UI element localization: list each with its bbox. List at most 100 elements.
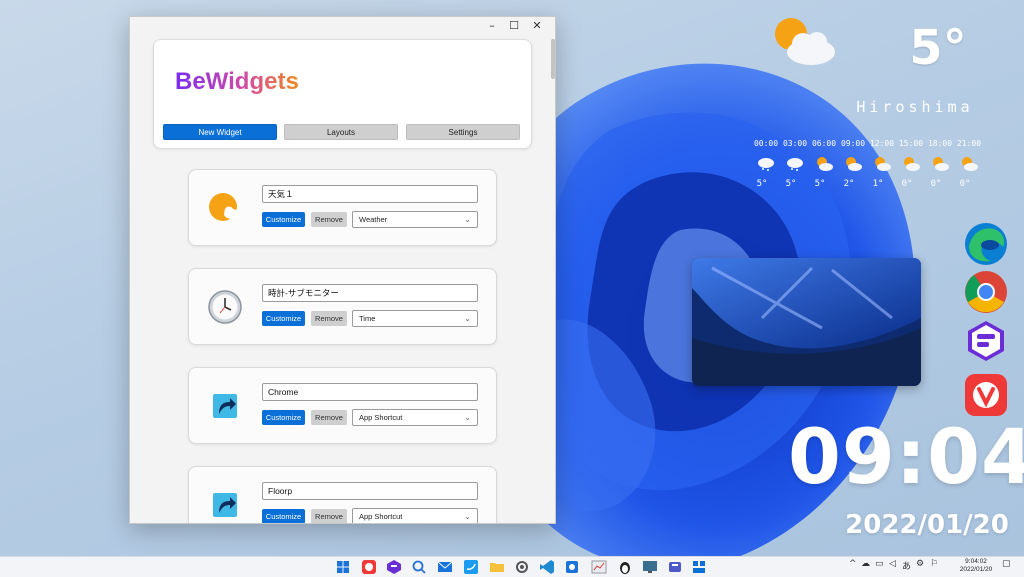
widget-type-select[interactable]: Weather ⌄ <box>352 211 478 228</box>
chevron-down-icon: ⌄ <box>464 314 471 323</box>
sun-cloud-icon <box>904 157 920 171</box>
desktop-date: 2022/01/20 <box>845 510 1009 540</box>
cloud-snow-icon <box>758 158 774 171</box>
desktop: – ☐ ✕ BeWidgets New Widget Layouts Setti… <box>0 0 1024 556</box>
chevron-down-icon: ⌄ <box>464 512 471 521</box>
linux-icon[interactable] <box>616 558 634 576</box>
graph-app-icon[interactable] <box>590 558 608 576</box>
desktop-clock: 09:04 <box>788 412 1024 501</box>
minimize-button[interactable]: – <box>481 19 503 33</box>
widget-card: Floorp Customize Remove App Shortcut ⌄ <box>188 466 497 523</box>
sun-cloud-icon <box>875 157 891 171</box>
window-content: BeWidgets New Widget Layouts Settings 天気… <box>130 35 550 523</box>
weather-sun-cloud-icon <box>209 193 240 221</box>
remove-button[interactable]: Remove <box>311 311 347 326</box>
shortcut-arrow-icon <box>213 394 237 418</box>
network-icon[interactable]: ▭ <box>875 559 884 569</box>
cloud-snow-icon <box>787 158 803 171</box>
sun-cloud-icon <box>846 157 862 171</box>
settings-app-icon[interactable] <box>513 558 531 576</box>
weather-city: Hiroshima <box>856 98 974 116</box>
forecast-time: 09:00 <box>840 139 866 148</box>
widget-type-select[interactable]: App Shortcut ⌄ <box>352 508 478 523</box>
layouts-button[interactable]: Layouts <box>284 124 398 140</box>
sun-cloud-icon <box>933 157 949 171</box>
forecast-time: 03:00 <box>782 139 808 148</box>
forecast-temp: 0° <box>959 179 971 189</box>
windows-start-icon[interactable] <box>334 558 352 576</box>
taskbar: ^ ☁ ▭ ◁ あ ⚙ ⚐ 9:04:02 2022/01/20 ▢ <box>0 556 1024 577</box>
settings-icon[interactable]: ⚙ <box>916 559 924 569</box>
widget-type-value: Time <box>359 314 376 323</box>
floorp-icon[interactable] <box>963 318 1009 364</box>
twitter-icon[interactable] <box>462 558 480 576</box>
window-titlebar[interactable]: – ☐ ✕ <box>130 17 555 35</box>
maximize-button[interactable]: ☐ <box>503 19 525 33</box>
forecast-temp: 1° <box>872 179 884 189</box>
widget-name-input[interactable]: 時計-サブモニター <box>262 284 478 302</box>
customize-button[interactable]: Customize <box>262 311 305 326</box>
teams-icon[interactable] <box>666 558 684 576</box>
mail-icon[interactable] <box>692 258 921 386</box>
widget-type-select[interactable]: App Shortcut ⌄ <box>352 409 478 426</box>
vscode-icon[interactable] <box>538 558 556 576</box>
widget-card: 時計-サブモニター Customize Remove Time ⌄ <box>188 268 497 345</box>
forecast-temp: 5° <box>814 179 826 189</box>
widget-card: 天気１ Customize Remove Weather ⌄ <box>188 169 497 246</box>
close-button[interactable]: ✕ <box>526 19 548 33</box>
shortcut-arrow-icon <box>213 493 237 517</box>
edge-icon[interactable] <box>963 221 1009 267</box>
notification-icon[interactable]: ⚐ <box>930 559 938 569</box>
remote-icon[interactable] <box>563 558 581 576</box>
customize-button[interactable]: Customize <box>262 509 305 523</box>
floorp-icon[interactable] <box>385 558 403 576</box>
remove-button[interactable]: Remove <box>311 410 347 425</box>
customize-button[interactable]: Customize <box>262 410 305 425</box>
chevron-down-icon: ⌄ <box>464 215 471 224</box>
customize-button[interactable]: Customize <box>262 212 305 227</box>
forecast-time: 00:00 <box>753 139 779 148</box>
chevron-down-icon: ⌄ <box>464 413 471 422</box>
sun-cloud-icon <box>775 18 835 65</box>
clock-icon <box>208 290 242 324</box>
remove-button[interactable]: Remove <box>311 509 347 523</box>
scrollbar[interactable] <box>551 39 555 79</box>
mail-icon[interactable] <box>436 558 454 576</box>
monitor-icon[interactable] <box>641 558 659 576</box>
taskbar-date: 2022/01/20 <box>959 566 993 573</box>
forecast-temp: 2° <box>843 179 855 189</box>
forecast-temp: 5° <box>756 179 768 189</box>
widget-type-value: Weather <box>359 215 388 224</box>
bewidgets-icon[interactable] <box>690 558 708 576</box>
sun-cloud-icon <box>962 157 978 171</box>
widget-name-input[interactable]: Floorp <box>262 482 478 500</box>
notification-icon[interactable]: ▢ <box>1002 559 1011 569</box>
widget-type-select[interactable]: Time ⌄ <box>352 310 478 327</box>
forecast-time: 06:00 <box>811 139 837 148</box>
chevron-up-icon[interactable]: ^ <box>849 559 857 569</box>
taskbar-clock[interactable]: 9:04:02 2022/01/20 <box>954 558 998 574</box>
new-widget-button[interactable]: New Widget <box>163 124 277 140</box>
cloud-icon[interactable]: ☁ <box>861 559 870 569</box>
remove-button[interactable]: Remove <box>311 212 347 227</box>
forecast-time: 21:00 <box>956 139 982 148</box>
forecast-time: 18:00 <box>927 139 953 148</box>
forecast-time: 15:00 <box>898 139 924 148</box>
vivaldi-icon[interactable] <box>360 558 378 576</box>
chrome-icon[interactable] <box>963 269 1009 315</box>
widget-name-input[interactable]: Chrome <box>262 383 478 401</box>
widget-card: Chrome Customize Remove App Shortcut ⌄ <box>188 367 497 444</box>
forecast-temp: 0° <box>901 179 913 189</box>
widget-type-value: App Shortcut <box>359 413 403 422</box>
forecast-temp: 0° <box>930 179 942 189</box>
search-icon[interactable] <box>410 558 428 576</box>
widget-name-input[interactable]: 天気１ <box>262 185 478 203</box>
ime-icon[interactable]: あ <box>902 559 911 572</box>
speaker-icon[interactable]: ◁ <box>889 559 896 569</box>
forecast-time: 12:00 <box>869 139 895 148</box>
settings-button[interactable]: Settings <box>406 124 520 140</box>
brand-logo: BeWidgets <box>175 68 299 95</box>
bewidgets-window: – ☐ ✕ BeWidgets New Widget Layouts Setti… <box>129 16 556 524</box>
taskbar-time: 9:04:02 <box>965 558 987 565</box>
file-explorer-icon[interactable] <box>488 558 506 576</box>
